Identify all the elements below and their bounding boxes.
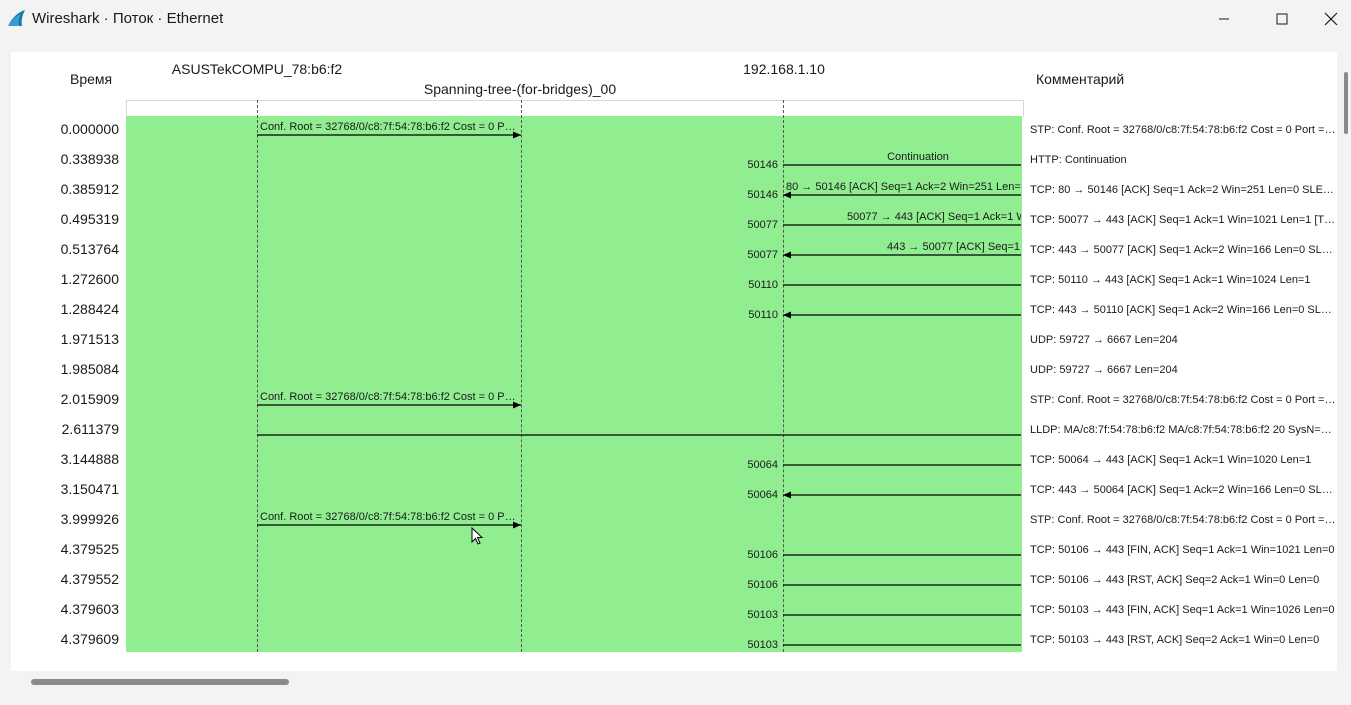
arrow-head-icon xyxy=(783,311,791,319)
row-time[interactable]: 1.272600 xyxy=(11,271,119,287)
row-time[interactable]: 4.379603 xyxy=(11,601,119,617)
row-time[interactable]: 2.015909 xyxy=(11,391,119,407)
flow-label: Continuation xyxy=(887,151,949,163)
minimize-icon xyxy=(1219,18,1229,20)
row-comment[interactable]: TCP: 80 → 50146 [ACK] Seq=1 Ack=2 Win=25… xyxy=(1030,184,1336,196)
port-label: 50064 xyxy=(747,489,778,501)
row-time[interactable]: 1.985084 xyxy=(11,361,119,377)
port-label: 50077 xyxy=(747,249,778,261)
maximize-icon xyxy=(1276,13,1288,25)
row-comment[interactable]: TCP: 50106 → 443 [RST, ACK] Seq=2 Ack=1 … xyxy=(1030,574,1336,586)
row-comment[interactable]: TCP: 50103 → 443 [RST, ACK] Seq=2 Ack=1 … xyxy=(1030,634,1336,646)
vertical-scrollbar[interactable] xyxy=(1341,52,1351,671)
row-time[interactable]: 4.379552 xyxy=(11,571,119,587)
row-time[interactable]: 0.385912 xyxy=(11,181,119,197)
row-comment[interactable]: TCP: 443 → 50064 [ACK] Seq=1 Ack=2 Win=1… xyxy=(1030,484,1336,496)
wireshark-fin-icon xyxy=(8,10,25,26)
row-comment[interactable]: UDP: 59727 → 6667 Len=204 xyxy=(1030,364,1336,376)
row-comment[interactable]: TCP: 50110 → 443 [ACK] Seq=1 Ack=1 Win=1… xyxy=(1030,274,1336,286)
port-label: 50103 xyxy=(747,639,778,651)
row-comment[interactable]: HTTP: Continuation xyxy=(1030,154,1336,166)
row-comment[interactable]: TCP: 50077 → 443 [ACK] Seq=1 Ack=1 Win=1… xyxy=(1030,214,1336,226)
row-comment[interactable]: TCP: 443 → 50077 [ACK] Seq=1 Ack=2 Win=1… xyxy=(1030,244,1336,256)
row-time[interactable]: 1.288424 xyxy=(11,301,119,317)
row-time[interactable]: 0.513764 xyxy=(11,241,119,257)
row-comment[interactable]: TCP: 50106 → 443 [FIN, ACK] Seq=1 Ack=1 … xyxy=(1030,544,1336,556)
row-comment[interactable]: TCP: 443 → 50110 [ACK] Seq=1 Ack=2 Win=1… xyxy=(1030,304,1336,316)
row-time[interactable]: 1.971513 xyxy=(11,331,119,347)
row-comment[interactable]: STP: Conf. Root = 32768/0/c8:7f:54:78:b6… xyxy=(1030,394,1336,406)
flow-label: Conf. Root = 32768/0/c8:7f:54:78:b6:f2 C… xyxy=(260,121,518,133)
row-time[interactable]: 3.144888 xyxy=(11,451,119,467)
row-comment[interactable]: LLDP: MA/c8:7f:54:78:b6:f2 MA/c8:7f:54:7… xyxy=(1030,424,1336,436)
row-comment[interactable]: TCP: 50064 → 443 [ACK] Seq=1 Ack=1 Win=1… xyxy=(1030,454,1336,466)
port-label: 50103 xyxy=(747,609,778,621)
close-icon xyxy=(1324,12,1338,26)
row-time[interactable]: 2.611379 xyxy=(11,421,119,437)
mouse-cursor-icon xyxy=(471,527,484,545)
row-comment[interactable]: UDP: 59727 → 6667 Len=204 xyxy=(1030,334,1336,346)
flow-label: 443 → 50077 [ACK] Seq=1 Ack=2 Win=166 Le… xyxy=(887,241,1021,253)
minimize-button[interactable] xyxy=(1195,0,1253,38)
port-label: 50064 xyxy=(747,459,778,471)
port-label: 50146 xyxy=(747,159,778,171)
port-label: 50110 xyxy=(748,309,778,321)
row-time[interactable]: 4.379525 xyxy=(11,541,119,557)
row-time[interactable]: 4.379609 xyxy=(11,631,119,647)
port-label: 50106 xyxy=(747,579,778,591)
row-comment[interactable]: TCP: 50103 → 443 [FIN, ACK] Seq=1 Ack=1 … xyxy=(1030,604,1336,616)
port-label: 50146 xyxy=(747,189,778,201)
flow-label: Conf. Root = 32768/0/c8:7f:54:78:b6:f2 C… xyxy=(260,391,518,403)
flow-label: 50077 → 443 [ACK] Seq=1 Ack=1 Win=1021 L… xyxy=(847,211,1021,223)
arrow-head-icon xyxy=(783,491,791,499)
close-button[interactable] xyxy=(1311,0,1351,38)
port-label: 50110 xyxy=(748,279,778,291)
vertical-scroll-thumb[interactable] xyxy=(1344,72,1348,134)
row-comment[interactable]: STP: Conf. Root = 32768/0/c8:7f:54:78:b6… xyxy=(1030,124,1336,136)
maximize-button[interactable] xyxy=(1253,0,1311,38)
flow-graph-area[interactable]: Время ASUSTekCOMPU_78:b6:f2 Spanning-tre… xyxy=(11,52,1337,671)
arrow-head-icon xyxy=(783,251,791,259)
row-time[interactable]: 0.338938 xyxy=(11,151,119,167)
row-comment[interactable]: STP: Conf. Root = 32768/0/c8:7f:54:78:b6… xyxy=(1030,514,1336,526)
window-title: Wireshark · Поток · Ethernet xyxy=(32,10,224,27)
port-label: 50077 xyxy=(747,219,778,231)
row-time[interactable]: 3.150471 xyxy=(11,481,119,497)
row-time[interactable]: 3.999926 xyxy=(11,511,119,527)
title-bar: Wireshark · Поток · Ethernet xyxy=(0,0,1351,38)
horizontal-scroll-thumb[interactable] xyxy=(31,679,289,685)
row-time[interactable]: 0.495319 xyxy=(11,211,119,227)
flow-label: Conf. Root = 32768/0/c8:7f:54:78:b6:f2 C… xyxy=(260,511,518,523)
flow-label: 80 → 50146 [ACK] Seq=1 Ack=2 Win=251 Len… xyxy=(786,181,1021,193)
row-time[interactable]: 0.000000 xyxy=(11,121,119,137)
port-label: 50106 xyxy=(747,549,778,561)
